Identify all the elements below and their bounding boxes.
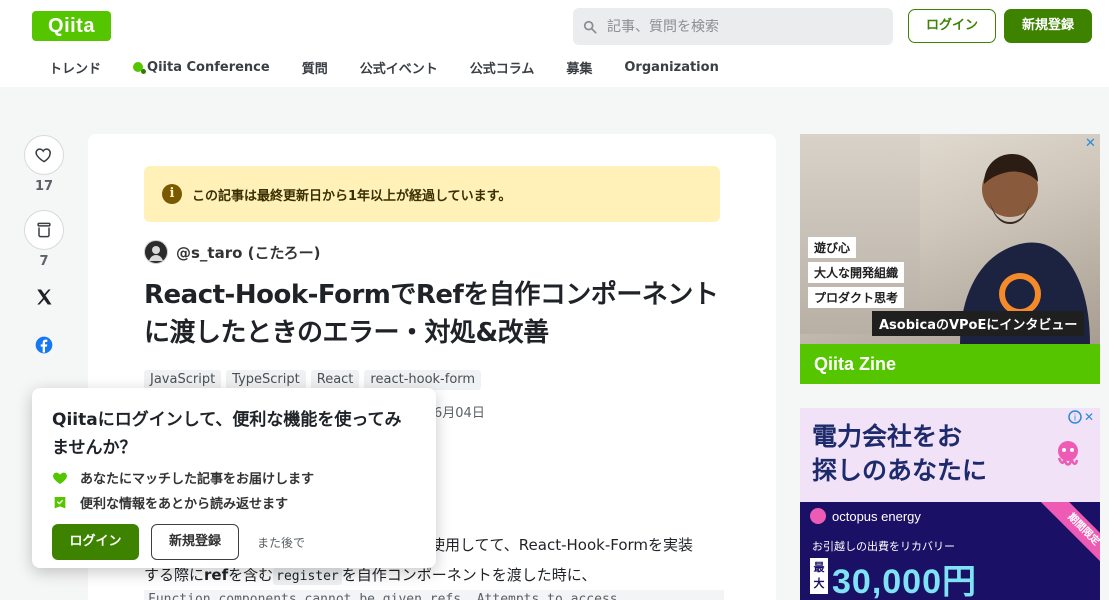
author-info[interactable]: @s_taro (こたろー) [144, 240, 320, 264]
nav-organization[interactable]: Organization [624, 60, 718, 75]
inline-code-register: register [273, 568, 342, 585]
ad1-label-3: プロダクト思考 [808, 287, 905, 308]
nav-qiita-conference[interactable]: Qiita Conference [133, 60, 270, 75]
ad1-label-2: 大人な開発組織 [808, 262, 905, 283]
ad-close-icon[interactable]: ✕ [1085, 136, 1096, 151]
tag-list: JavaScript TypeScript React react-hook-f… [144, 370, 486, 390]
popup-title: Qiitaにログインして、便利な機能を使ってみませんか？ [52, 410, 402, 458]
body-ref: ref [204, 566, 229, 584]
search-box[interactable] [573, 8, 893, 45]
info-icon: i [162, 184, 182, 204]
body-line-2c: を含む [228, 566, 274, 584]
stock-button[interactable] [24, 210, 64, 250]
ad2-subtext: お引越しの出費をリカバリー [812, 540, 955, 553]
search-input[interactable] [607, 18, 887, 35]
qiita-logo[interactable]: Qiita [32, 11, 111, 41]
popup-benefit-2: 便利な情報をあとから読み返せます [52, 493, 416, 512]
popup-signup-button[interactable]: 新規登録 [151, 524, 239, 560]
popup-benefit-2-text: 便利な情報をあとから読み返せます [80, 497, 289, 512]
ad1-label-1: 遊び心 [808, 237, 857, 258]
stock-check-icon [54, 496, 66, 508]
share-x-button[interactable] [24, 277, 64, 317]
octopus-brand: octopus energy [810, 508, 921, 524]
heart-icon [35, 148, 51, 163]
tag-react[interactable]: React [310, 370, 360, 390]
article-title: React-Hook-FormでRefを自作コンポーネントに渡したときのエラー・… [144, 280, 719, 348]
ad1-footer: Qiita Zine [800, 344, 1100, 384]
nav-questions[interactable]: 質問 [302, 58, 328, 77]
body-line-2a: する際に [144, 566, 205, 584]
popup-login-button[interactable]: ログイン [52, 524, 139, 560]
search-icon [583, 20, 597, 34]
ad1-caption: AsobicaのVPoEにインタビュー [872, 311, 1085, 336]
outdated-notice: i この記事は最終更新日から1年以上が経過しています。 [144, 166, 720, 222]
ad2-amount: 30,000円 [832, 563, 977, 600]
ad2-max-badge: 最大 [810, 558, 828, 594]
author-avatar[interactable] [144, 240, 168, 264]
popup-actions: ログイン 新規登録 また後で [52, 524, 416, 560]
tag-react-hook-form[interactable]: react-hook-form [364, 370, 482, 390]
nav-official-events[interactable]: 公式イベント [360, 58, 438, 77]
heart-filled-icon [53, 472, 67, 484]
svg-text:✕: ✕ [1084, 410, 1094, 424]
conference-icon [133, 62, 147, 74]
svg-text:i: i [1074, 414, 1077, 424]
ad2-limited-text: 期間限定 [1037, 502, 1100, 576]
octopus-energy-ad[interactable]: 電力会社をお 探しのあなたに i ✕ octopus energy お引越しの出費… [800, 408, 1100, 600]
stock-icon [37, 222, 51, 238]
post-date: 6月04日 [434, 406, 485, 421]
nav-recruit[interactable]: 募集 [566, 58, 592, 77]
stock-count: 7 [39, 254, 49, 269]
outdated-notice-text: この記事は最終更新日から1年以上が経過しています。 [192, 188, 512, 204]
like-count: 17 [34, 179, 54, 194]
nav-trend[interactable]: トレンド [49, 58, 101, 77]
tag-javascript[interactable]: JavaScript [144, 370, 222, 390]
popup-benefit-1: あなたにマッチした記事をお届けします [52, 468, 416, 487]
ad2-limited-ribbon: 期間限定 [1022, 502, 1100, 580]
ad-choices-icon[interactable]: i ✕ [1068, 410, 1096, 424]
nav-qiita-conference-label: Qiita Conference [147, 59, 270, 75]
site-header: Qiita ログイン 新規登録 トレンド Qiita Conference 質問… [0, 0, 1109, 87]
author-name[interactable]: @s_taro (こたろー) [176, 242, 320, 263]
octopus-icon [1057, 441, 1079, 466]
like-button[interactable] [24, 135, 64, 175]
facebook-icon [35, 336, 53, 354]
avatar-image [149, 246, 163, 261]
error-code-line: Function components cannot be given refs… [144, 590, 724, 600]
action-rail: 17 7 [24, 135, 64, 365]
header-signup-button[interactable]: 新規登録 [1004, 9, 1092, 43]
popup-benefit-1-text: あなたにマッチした記事をお届けします [80, 472, 315, 487]
octopus-brand-name: octopus energy [832, 508, 921, 524]
nav-official-column[interactable]: 公式コラム [470, 58, 535, 77]
popup-later-link[interactable]: また後で [257, 534, 305, 551]
x-icon [37, 289, 52, 305]
qiita-zine-ad[interactable]: 遊び心 大人な開発組織 プロダクト思考 AsobicaのVPoEにインタビュー … [800, 134, 1100, 384]
ad2-headline-1: 電力会社をお [812, 422, 963, 451]
ad2-headline: 電力会社をお 探しのあなたに [812, 420, 987, 488]
login-prompt-popup: Qiitaにログインして、便利な機能を使ってみませんか？ あなたにマッチした記事… [32, 388, 436, 568]
body-line-2d: を自作コンポーネントを渡した時に、 [341, 566, 597, 584]
tag-typescript[interactable]: TypeScript [226, 370, 306, 390]
header-login-button[interactable]: ログイン [908, 9, 996, 43]
share-facebook-button[interactable] [24, 325, 64, 365]
main-nav: トレンド Qiita Conference 質問 公式イベント 公式コラム 募集… [33, 56, 735, 78]
octopus-logo-icon [810, 508, 826, 524]
ad2-headline-2: 探しのあなたに [812, 456, 988, 485]
